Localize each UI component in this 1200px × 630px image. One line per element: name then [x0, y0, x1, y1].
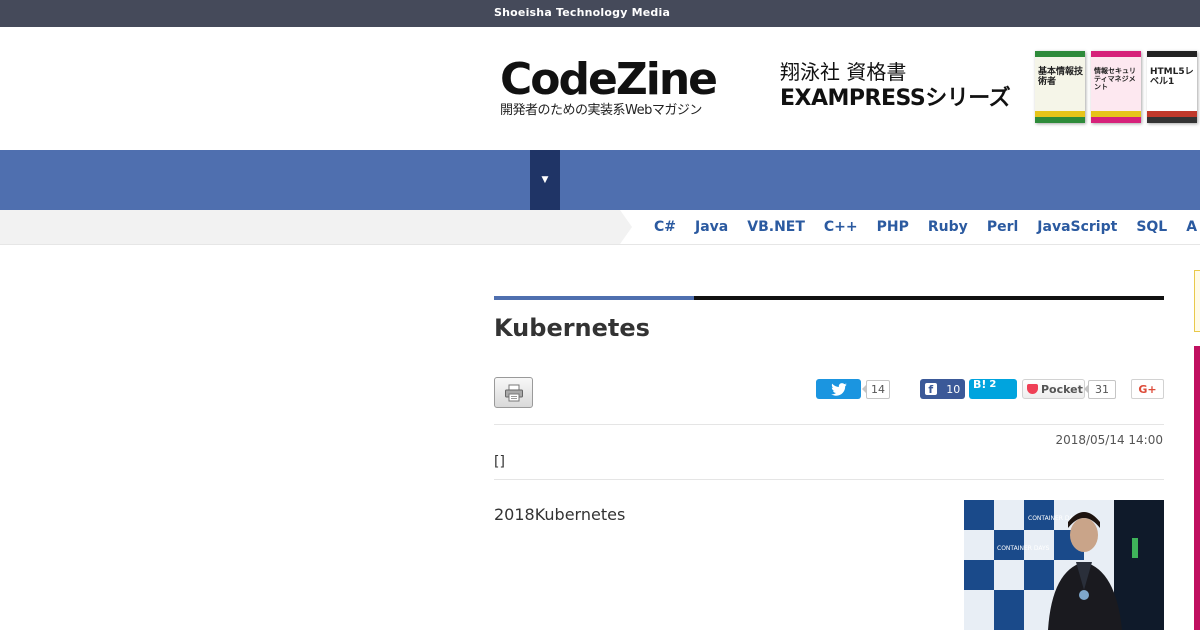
- lang-link[interactable]: PHP: [877, 219, 909, 235]
- printer-icon: [504, 384, 523, 401]
- network-brand[interactable]: Shoeisha Technology Media: [494, 6, 670, 19]
- twitter-icon: [830, 382, 847, 396]
- lang-link[interactable]: A: [1186, 219, 1197, 235]
- site-logo[interactable]: CodeZine 開発者のための実装系Webマガジン: [500, 54, 730, 119]
- photo-backdrop-text: CONTAINER DAYS: [997, 545, 1050, 552]
- google-plus-icon: G+: [1138, 382, 1157, 396]
- print-button[interactable]: [494, 377, 533, 408]
- lang-link[interactable]: C++: [824, 219, 858, 235]
- header-ad-books[interactable]: 基本情報技術者 情報セキュリティマネジメント HTML5レベル1: [1035, 51, 1200, 127]
- language-links: C# Java VB.NET C++ PHP Ruby Perl JavaScr…: [654, 210, 1200, 244]
- book-title: HTML5レベル1: [1150, 67, 1194, 87]
- ad-line-2: EXAMPRESSシリーズ: [780, 86, 1011, 111]
- ad-line-1: 翔泳社 資格書: [780, 60, 907, 84]
- book-title: 基本情報技術者: [1038, 67, 1084, 87]
- pocket-icon: [1027, 384, 1038, 394]
- book-cover: 情報セキュリティマネジメント: [1091, 51, 1141, 123]
- title-rule-accent: [494, 296, 694, 300]
- pocket-button[interactable]: Pocket: [1022, 379, 1085, 399]
- hatena-icon: B!: [973, 378, 987, 391]
- page-title: Kubernetes: [494, 314, 650, 342]
- chevron-down-icon: ▼: [541, 175, 549, 185]
- lang-link[interactable]: Perl: [987, 219, 1018, 235]
- book-cover: 基本情報技術者: [1035, 51, 1085, 123]
- lang-link[interactable]: JavaScript: [1037, 219, 1117, 235]
- share-buttons: 14 f 10 B! 2 Pocket 31 G+: [816, 379, 1164, 399]
- logo-wordmark: CodeZine: [500, 54, 718, 105]
- header-ad-text[interactable]: 翔泳社 資格書 EXAMPRESSシリーズ: [780, 59, 1011, 113]
- book-cover: HTML5レベル1: [1147, 51, 1197, 123]
- site-header: CodeZine 開発者のための実装系Webマガジン 翔泳社 資格書 EXAMP…: [0, 27, 1200, 150]
- meta-divider-top: [494, 424, 1164, 425]
- lang-link[interactable]: VB.NET: [747, 219, 805, 235]
- facebook-count: 10: [946, 382, 961, 396]
- article-category: []: [494, 454, 505, 470]
- logo-tagline: 開発者のための実装系Webマガジン: [500, 103, 702, 118]
- book-title: 情報セキュリティマネジメント: [1094, 67, 1136, 91]
- hatena-bookmark-button[interactable]: B! 2: [969, 379, 1017, 399]
- nav-dropdown-toggle[interactable]: ▼: [530, 150, 560, 210]
- pocket-count: 31: [1084, 380, 1116, 399]
- lang-link[interactable]: Java: [695, 219, 728, 235]
- hatena-count: 2: [989, 379, 997, 390]
- facebook-icon: f: [924, 383, 937, 396]
- google-plus-button[interactable]: G+: [1131, 379, 1164, 399]
- tweet-count: 14: [862, 380, 890, 399]
- facebook-share-button[interactable]: f 10: [920, 379, 965, 399]
- lang-link[interactable]: Ruby: [928, 219, 968, 235]
- tweet-button[interactable]: [816, 379, 861, 399]
- language-bar-left: [0, 210, 620, 244]
- article-photo[interactable]: CONTAINER DAYS CONTAINER DAYS: [964, 500, 1164, 630]
- side-ad-banner[interactable]: [1194, 346, 1200, 630]
- main-nav: ▼: [0, 150, 1200, 210]
- meta-divider-bottom: [494, 479, 1164, 480]
- side-ad-top[interactable]: [1194, 270, 1200, 332]
- lang-link[interactable]: C#: [654, 219, 676, 235]
- title-rule: [494, 296, 1164, 300]
- lang-link[interactable]: SQL: [1136, 219, 1167, 235]
- publish-date: 2018/05/14 14:00: [1055, 433, 1163, 447]
- pocket-label: Pocket: [1041, 382, 1083, 396]
- top-bar: Shoeisha Technology Media: [0, 0, 1200, 27]
- language-bar-arrow: [620, 210, 632, 244]
- article-photo-image: CONTAINER DAYS CONTAINER DAYS: [964, 500, 1164, 630]
- article-lead: 2018Kubernetes: [494, 505, 626, 524]
- language-bar: C# Java VB.NET C++ PHP Ruby Perl JavaScr…: [0, 210, 1200, 245]
